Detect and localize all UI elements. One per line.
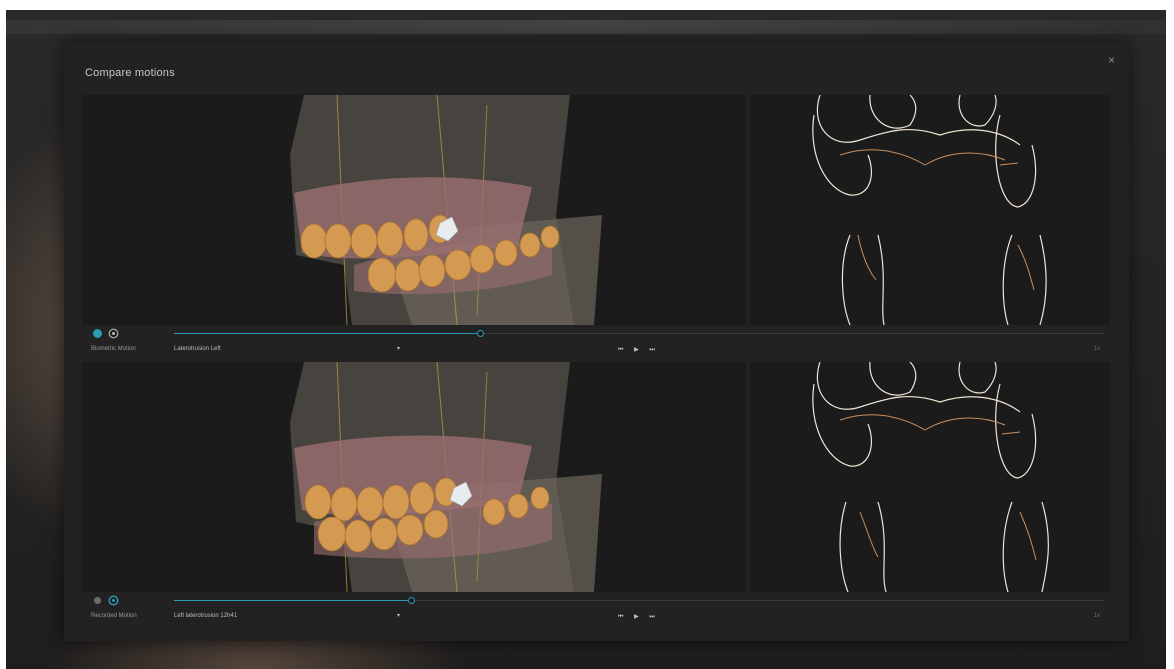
timeline-slider[interactable]	[174, 330, 1104, 337]
motion-select-value: Laterotrusion Left	[174, 346, 221, 352]
motion-controls: Biometric Motion Laterotrusion Left ▾ ⏮ …	[82, 325, 1110, 361]
close-button[interactable]: ×	[1108, 53, 1115, 67]
skip-back-icon[interactable]: ⏮	[618, 614, 623, 621]
motion-select-value: Left laterotrusion 12h41	[174, 613, 238, 619]
3d-jaw-viewport[interactable]	[82, 362, 746, 592]
recorded-motion-panel: Recorded Motion Left laterotrusion 12h41…	[82, 362, 1110, 630]
background-toolbar	[6, 20, 1166, 34]
motion-select[interactable]: Left laterotrusion 12h41 ▾	[174, 611, 404, 621]
skip-back-icon[interactable]: ⏮	[618, 347, 623, 354]
playback-speed[interactable]: 1x	[1094, 613, 1100, 619]
view-radio-3d[interactable]	[94, 330, 101, 337]
dialog-title: Compare motions	[85, 67, 175, 79]
timeline-progress	[174, 333, 480, 334]
motion-controls: Recorded Motion Left laterotrusion 12h41…	[82, 592, 1110, 628]
view-radio-3d[interactable]	[94, 597, 101, 604]
timeline-thumb[interactable]	[408, 597, 415, 604]
2d-cross-section-outline	[812, 362, 1049, 592]
motion-type-label: Biometric Motion	[91, 346, 136, 352]
timeline-thumb[interactable]	[477, 330, 484, 337]
3d-jaw-render	[290, 362, 602, 592]
play-icon[interactable]: ▶	[634, 346, 639, 353]
view-radio-2d[interactable]	[110, 330, 117, 337]
caret-down-icon: ▾	[396, 613, 400, 619]
2d-cross-section-viewport[interactable]	[750, 362, 1110, 592]
2d-cross-section-outline	[812, 95, 1047, 325]
timeline-slider[interactable]	[174, 597, 1104, 604]
2d-cross-section-viewport[interactable]	[750, 95, 1110, 325]
playback-controls: ⏮ ▶ ⏭	[618, 613, 664, 621]
motion-select[interactable]: Laterotrusion Left ▾	[174, 344, 404, 354]
timeline-progress	[174, 600, 411, 601]
view-radio-2d[interactable]	[110, 597, 117, 604]
skip-forward-icon[interactable]: ⏭	[649, 614, 654, 621]
compare-motions-dialog: Compare motions × Biometric Motion Later…	[64, 43, 1129, 641]
caret-down-icon: ▾	[396, 346, 400, 352]
skip-forward-icon[interactable]: ⏭	[649, 347, 654, 354]
3d-jaw-render	[290, 95, 602, 325]
3d-jaw-viewport[interactable]	[82, 95, 746, 325]
playback-controls: ⏮ ▶ ⏭	[618, 346, 664, 354]
playback-speed[interactable]: 1x	[1094, 346, 1100, 352]
play-icon[interactable]: ▶	[634, 613, 639, 620]
motion-type-label: Recorded Motion	[91, 613, 137, 619]
biometric-motion-panel: Biometric Motion Laterotrusion Left ▾ ⏮ …	[82, 95, 1110, 361]
